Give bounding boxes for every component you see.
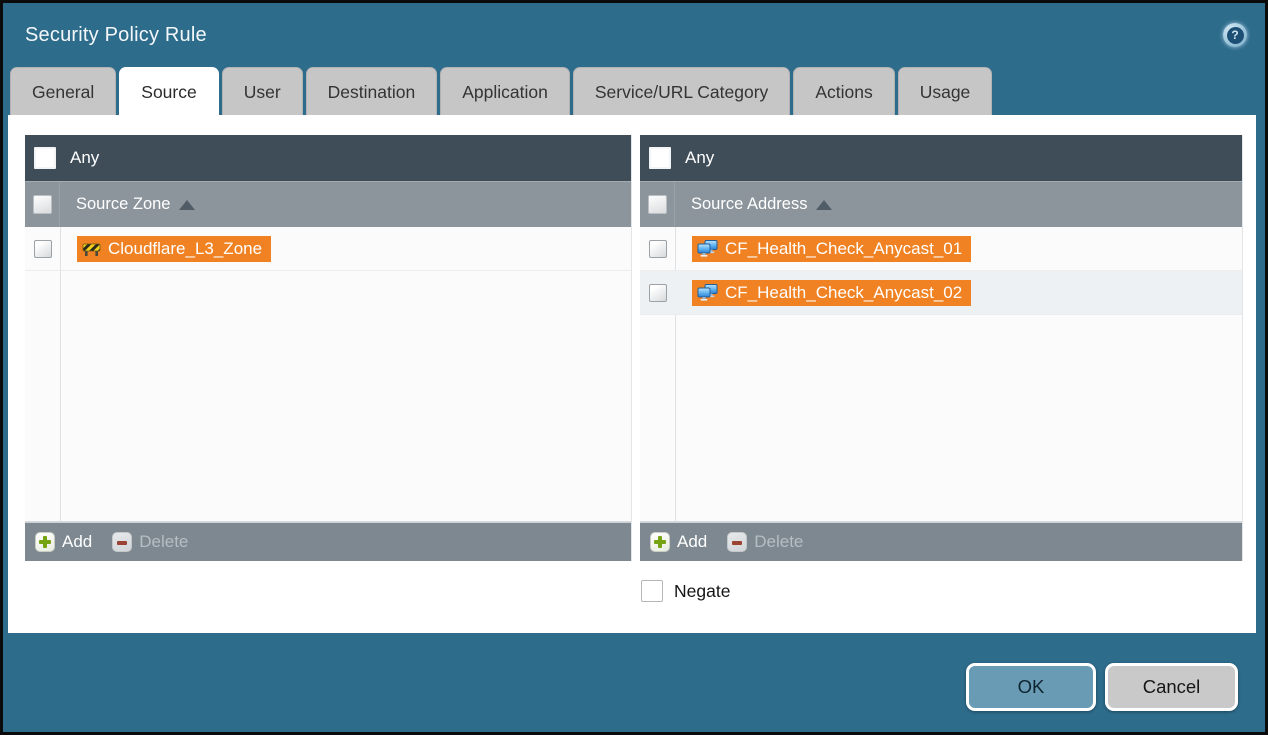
- plus-icon: [650, 532, 670, 552]
- delete-zone-button[interactable]: Delete: [112, 532, 188, 552]
- tab-bar: General Source User Destination Applicat…: [3, 67, 1265, 115]
- security-policy-rule-dialog: Security Policy Rule ? General Source Us…: [0, 0, 1268, 735]
- address-icon: [697, 240, 718, 257]
- source-zone-any-label: Any: [70, 148, 99, 168]
- source-address-column-title: Source Address: [691, 195, 807, 214]
- table-row[interactable]: Cloudflare_L3_Zone: [25, 227, 631, 271]
- zone-entry-tag[interactable]: Cloudflare_L3_Zone: [77, 236, 271, 262]
- ok-button[interactable]: OK: [966, 663, 1096, 711]
- row-checkbox[interactable]: [649, 240, 667, 258]
- address-icon: [697, 284, 718, 301]
- tab-source[interactable]: Source: [119, 67, 218, 115]
- dialog-title: Security Policy Rule: [25, 24, 207, 47]
- source-zone-list: Cloudflare_L3_Zone: [25, 227, 631, 522]
- source-address-column-header[interactable]: Source Address: [640, 181, 1242, 227]
- add-zone-button[interactable]: Add: [35, 532, 92, 552]
- source-zone-column-header[interactable]: Source Zone: [25, 181, 631, 227]
- source-zone-column-title: Source Zone: [76, 195, 170, 214]
- cancel-button[interactable]: Cancel: [1105, 663, 1238, 711]
- source-zone-panel: Any Source Zone: [25, 135, 632, 561]
- negate-row: Negate: [641, 580, 1256, 602]
- tab-user[interactable]: User: [222, 67, 303, 115]
- minus-icon: [112, 532, 132, 552]
- source-tab-content: Any Source Zone: [8, 115, 1256, 633]
- minus-icon: [727, 532, 747, 552]
- source-address-list: CF_Health_Check_Anycast_01: [640, 227, 1242, 522]
- address-entry-label: CF_Health_Check_Anycast_02: [725, 283, 962, 303]
- tab-general[interactable]: General: [10, 67, 116, 115]
- source-address-any-label: Any: [685, 148, 714, 168]
- source-address-panel: Any Source Address: [640, 135, 1243, 561]
- title-bar: Security Policy Rule ?: [3, 3, 1265, 67]
- source-zone-any-bar: Any: [25, 135, 631, 181]
- row-checkbox[interactable]: [34, 240, 52, 258]
- negate-label: Negate: [674, 581, 730, 602]
- tab-application[interactable]: Application: [440, 67, 570, 115]
- sort-ascending-icon[interactable]: [179, 200, 195, 210]
- address-entry-label: CF_Health_Check_Anycast_01: [725, 239, 962, 259]
- help-icon[interactable]: ?: [1223, 23, 1247, 47]
- table-row[interactable]: CF_Health_Check_Anycast_01: [640, 227, 1242, 271]
- source-address-any-checkbox[interactable]: [649, 147, 671, 169]
- address-entry-tag[interactable]: CF_Health_Check_Anycast_02: [692, 280, 971, 306]
- address-entry-tag[interactable]: CF_Health_Check_Anycast_01: [692, 236, 971, 262]
- tab-actions[interactable]: Actions: [793, 67, 894, 115]
- source-address-any-bar: Any: [640, 135, 1242, 181]
- source-zone-select-all-checkbox[interactable]: [33, 195, 52, 214]
- zone-entry-label: Cloudflare_L3_Zone: [108, 239, 262, 259]
- negate-checkbox[interactable]: [641, 580, 663, 602]
- row-checkbox[interactable]: [649, 284, 667, 302]
- tab-service-url-category[interactable]: Service/URL Category: [573, 67, 790, 115]
- plus-icon: [35, 532, 55, 552]
- source-address-footer: Add Delete: [640, 522, 1242, 561]
- sort-ascending-icon[interactable]: [816, 200, 832, 210]
- zone-icon: [82, 241, 101, 257]
- delete-address-button[interactable]: Delete: [727, 532, 803, 552]
- source-address-select-all-checkbox[interactable]: [648, 195, 667, 214]
- tab-destination[interactable]: Destination: [306, 67, 438, 115]
- source-zone-any-checkbox[interactable]: [34, 147, 56, 169]
- source-zone-footer: Add Delete: [25, 522, 631, 561]
- tab-usage[interactable]: Usage: [898, 67, 993, 115]
- add-address-button[interactable]: Add: [650, 532, 707, 552]
- table-row[interactable]: CF_Health_Check_Anycast_02: [640, 271, 1242, 315]
